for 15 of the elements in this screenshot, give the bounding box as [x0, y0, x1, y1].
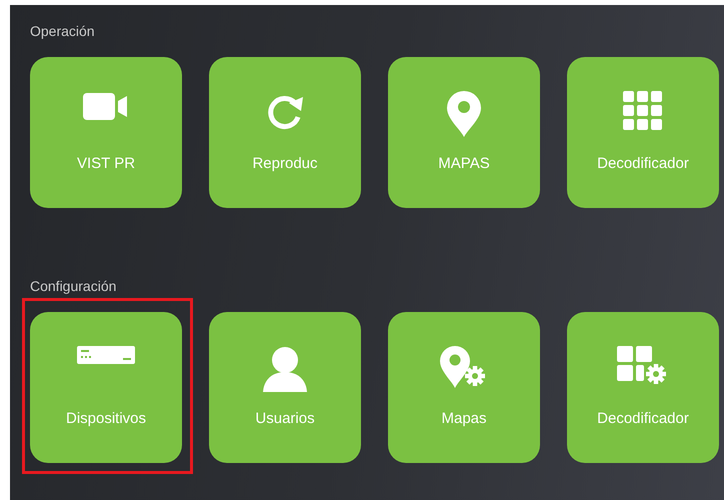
menu-tile[interactable]: Mapas [388, 312, 540, 463]
grid-icon [623, 91, 663, 131]
section-heading: Operación [30, 23, 96, 41]
user-icon [262, 346, 308, 392]
menu-tile[interactable]: Dispositivos [30, 312, 182, 463]
menu-tile[interactable]: Decodificador [567, 57, 719, 208]
menu-tile[interactable]: Decodificador [567, 312, 719, 463]
map-pin-icon [446, 91, 482, 137]
menu-tile[interactable]: MAPAS [388, 57, 540, 208]
menu-tile[interactable]: Usuarios [209, 312, 361, 463]
menu-tile[interactable]: Reproduc [209, 57, 361, 208]
section-heading: Configuración [30, 278, 118, 296]
device-icon [77, 346, 135, 366]
video-camera-icon [83, 91, 129, 121]
menu-tile[interactable]: VIST PR [30, 57, 182, 208]
